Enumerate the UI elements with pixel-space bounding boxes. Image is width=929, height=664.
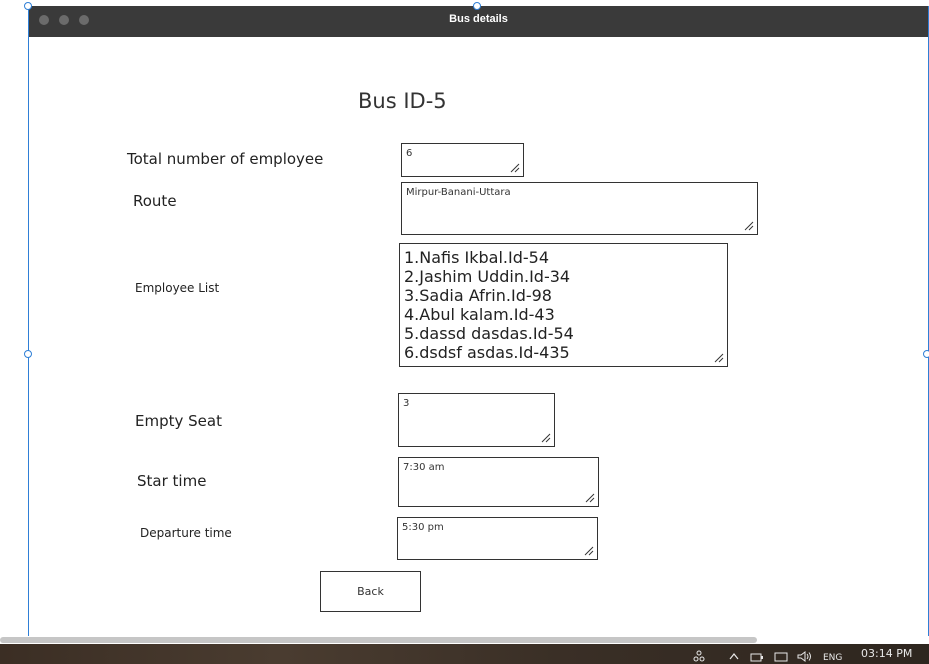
resize-grip-icon[interactable]: [510, 163, 520, 173]
language-indicator[interactable]: ENG: [823, 653, 842, 663]
selection-handle-top-center[interactable]: [473, 2, 481, 10]
start-time-label: Star time: [137, 472, 207, 490]
employee-list-item: 1.Nafis Ikbal.Id-54: [404, 248, 550, 267]
empty-seat-label: Empty Seat: [135, 412, 222, 430]
taskbar-clock[interactable]: 03:14 PM: [861, 647, 912, 660]
start-time-field[interactable]: 7:30 am: [398, 457, 599, 507]
screen: Bus details Bus ID-5 Total number of emp…: [0, 0, 929, 664]
window-title: Bus details: [449, 13, 508, 25]
network-icon[interactable]: [693, 650, 705, 664]
taskbar: ENG 03:14 PM: [0, 644, 929, 664]
title-bar[interactable]: Bus details: [29, 6, 928, 37]
volume-icon[interactable]: [797, 651, 813, 664]
battery-icon[interactable]: [750, 652, 764, 664]
employee-list-item: 5.dassd dasdas.Id-54: [404, 324, 574, 343]
selection-handle-middle-left[interactable]: [24, 350, 32, 358]
total-employee-field[interactable]: 6: [401, 143, 524, 177]
total-employee-value: 6: [406, 148, 413, 159]
empty-seat-field[interactable]: 3: [398, 393, 555, 447]
back-button[interactable]: Back: [320, 571, 421, 612]
route-label: Route: [133, 192, 177, 210]
page-title: Bus ID-5: [358, 89, 447, 113]
resize-grip-icon[interactable]: [714, 353, 724, 363]
departure-time-label: Departure time: [140, 526, 232, 540]
employee-list-item: 6.dsdsf asdas.Id-435: [404, 343, 570, 362]
display-icon[interactable]: [774, 652, 788, 664]
selection-handle-top-left[interactable]: [24, 2, 32, 10]
employee-list-item: 3.Sadia Afrin.Id-98: [404, 286, 552, 305]
scrollbar-thumb[interactable]: [0, 637, 757, 643]
route-field[interactable]: Mirpur-Banani-Uttara: [401, 182, 758, 235]
route-value: Mirpur-Banani-Uttara: [406, 187, 511, 198]
employee-list-items: 1.Nafis Ikbal.Id-54 2.Jashim Uddin.Id-34…: [404, 248, 574, 362]
horizontal-scrollbar[interactable]: [0, 636, 929, 644]
employee-list-field[interactable]: 1.Nafis Ikbal.Id-54 2.Jashim Uddin.Id-34…: [399, 243, 728, 367]
empty-seat-value: 3: [403, 398, 410, 409]
selection-handle-middle-right[interactable]: [923, 350, 929, 358]
resize-grip-icon[interactable]: [585, 493, 595, 503]
employee-list-item: 2.Jashim Uddin.Id-34: [404, 267, 571, 286]
resize-grip-icon[interactable]: [744, 221, 754, 231]
chevron-up-icon[interactable]: [729, 652, 739, 663]
start-time-value: 7:30 am: [403, 462, 445, 473]
resize-grip-icon[interactable]: [584, 546, 594, 556]
total-employee-label: Total number of employee: [127, 150, 324, 168]
employee-list-label: Employee List: [135, 281, 220, 295]
resize-grip-icon[interactable]: [541, 433, 551, 443]
departure-time-value: 5:30 pm: [402, 522, 444, 533]
employee-list-item: 4.Abul kalam.Id-43: [404, 305, 555, 324]
departure-time-field[interactable]: 5:30 pm: [397, 517, 598, 560]
